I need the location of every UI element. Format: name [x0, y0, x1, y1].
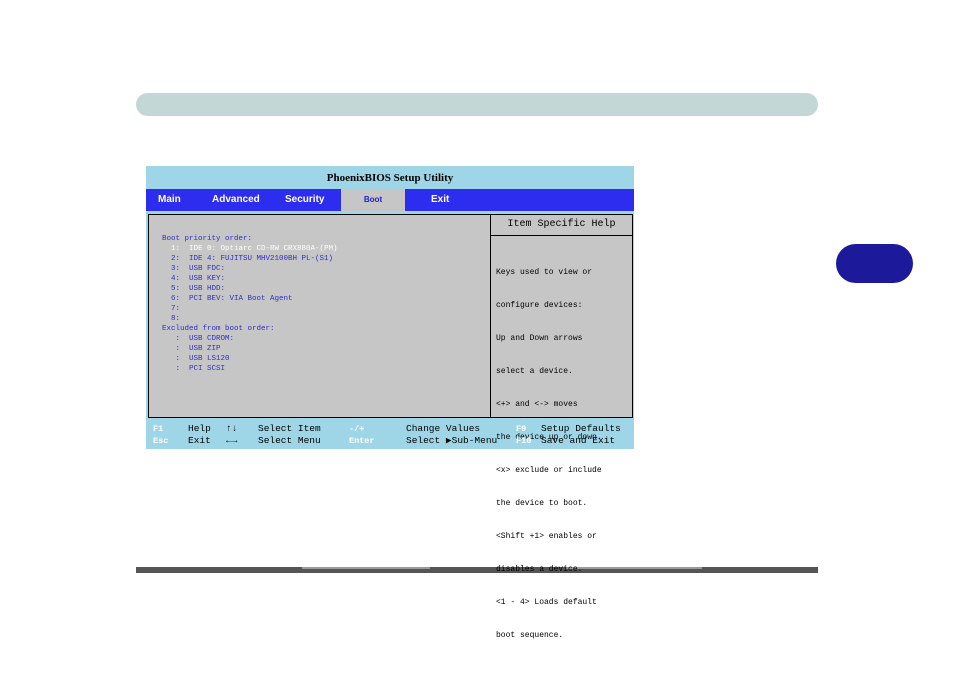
save-and-exit-label: Save and Exit [541, 435, 616, 446]
help-line: disables a device. [496, 565, 583, 574]
menu-security[interactable]: Security [285, 189, 324, 211]
key-legend: F1 Help ↑↓ Select Item -/+ Change Values… [146, 421, 634, 449]
help-text: Keys used to view or configure devices: … [496, 245, 630, 663]
bios-title: PhoenixBIOS Setup Utility [326, 172, 454, 184]
menu-advanced[interactable]: Advanced [212, 189, 260, 211]
bios-panel: Boot priority order: 1: IDE 0: Optiarc C… [148, 214, 633, 640]
key-esc: Esc [153, 436, 169, 446]
help-line: <x> exclude or include [496, 466, 602, 475]
boot-item-6[interactable]: 6: PCI BEV: VIA Boot Agent [162, 294, 293, 304]
chapter-tab [836, 244, 913, 283]
excluded-item-ls120[interactable]: : USB LS120 [162, 354, 230, 364]
help-line: Up and Down arrows [496, 334, 583, 343]
boot-item-2[interactable]: 2: IDE 4: FUJITSU MHV2100BH PL-(S1) [162, 254, 333, 264]
excluded-item-cdrom[interactable]: : USB CDROM: [162, 334, 235, 344]
help-line: select a device. [496, 367, 573, 376]
key-f1: F1 [153, 424, 164, 434]
help-line: the device to boot. [496, 499, 588, 508]
bios-menubar: Main Advanced Security Boot Exit [146, 189, 634, 211]
boot-item-8[interactable]: 8: [162, 314, 180, 324]
header-bar [136, 93, 818, 116]
boot-order-pane: Boot priority order: 1: IDE 0: Optiarc C… [149, 215, 491, 417]
select-menu-label: Select Menu [258, 435, 321, 446]
key-enter: Enter [349, 436, 375, 446]
key-f9: F9 [516, 424, 527, 434]
key-f10: F10 [516, 436, 532, 446]
boot-item-1[interactable]: 1: IDE 0: Optiarc CD-RW CRX880A-(PM) [162, 244, 338, 254]
footer-rule [136, 567, 818, 573]
key-esc-label: Exit [188, 435, 211, 446]
help-line: <1 - 4> Loads default [496, 598, 597, 607]
excluded-item-zip[interactable]: : USB ZIP [162, 344, 221, 354]
boot-priority-heading: Boot priority order: [162, 235, 253, 243]
menu-main[interactable]: Main [158, 189, 181, 211]
select-item-label: Select Item [258, 423, 321, 434]
help-pane: Item Specific Help Keys used to view or … [491, 215, 632, 640]
help-line: boot sequence. [496, 631, 564, 640]
boot-item-4[interactable]: 4: USB KEY: [162, 274, 225, 284]
setup-defaults-label: Setup Defaults [541, 423, 621, 434]
bios-screen: PhoenixBIOS Setup Utility Main Advanced … [146, 166, 634, 640]
boot-item-3[interactable]: 3: USB FDC: [162, 264, 225, 274]
change-values-label: Change Values [406, 423, 481, 434]
boot-item-5[interactable]: 5: USB HDD: [162, 284, 225, 294]
menu-boot[interactable]: Boot [341, 189, 405, 211]
left-right-arrows-icon: ←→ [226, 435, 238, 446]
key-plus-minus: -/+ [349, 424, 365, 434]
help-line: Keys used to view or [496, 268, 593, 277]
help-line: configure devices: [496, 301, 583, 310]
menu-exit[interactable]: Exit [431, 189, 449, 211]
help-title: Item Specific Help [491, 215, 632, 236]
excluded-item-scsi[interactable]: : PCI SCSI [162, 364, 226, 374]
excluded-heading: Excluded from boot order: [162, 325, 275, 333]
help-line: <Shift +1> enables or [496, 532, 597, 541]
boot-item-7[interactable]: 7: [162, 304, 180, 314]
key-f1-label: Help [188, 423, 211, 434]
help-line: <+> and <-> moves [496, 400, 578, 409]
select-submenu-label: Select ▶Sub-Menu [406, 435, 498, 446]
up-down-arrows-icon: ↑↓ [226, 423, 238, 434]
